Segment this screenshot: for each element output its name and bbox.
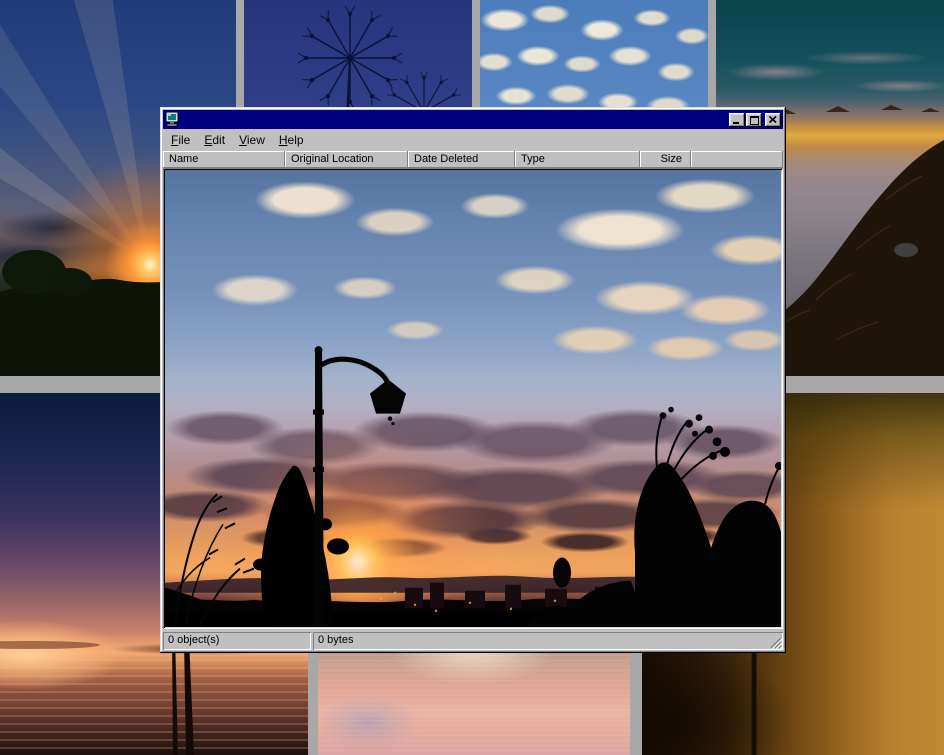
menu-help[interactable]: Help	[272, 131, 311, 150]
title-bar[interactable]	[163, 110, 783, 129]
column-header-name[interactable]: Name	[163, 151, 285, 168]
close-button[interactable]	[765, 113, 781, 127]
minimize-icon	[733, 122, 739, 124]
column-header-size[interactable]: Size	[640, 151, 691, 168]
status-objects: 0 object(s)	[163, 632, 311, 650]
screen: { "window": { "title": "", "title_icon":…	[0, 0, 944, 755]
menu-edit[interactable]: Edit	[197, 131, 232, 150]
window-controls	[729, 113, 781, 127]
column-headers: Name Original Location Date Deleted Type…	[163, 151, 783, 168]
menu-view[interactable]: View	[232, 131, 272, 150]
column-header-type[interactable]: Type	[515, 151, 640, 168]
column-header-original-location[interactable]: Original Location	[285, 151, 408, 168]
resize-grip[interactable]	[769, 636, 782, 649]
recycle-bin-window: File Edit View Help Name Original Locati…	[160, 107, 786, 653]
minimize-button[interactable]	[729, 113, 745, 127]
folder-background-photo	[165, 170, 781, 627]
maximize-icon	[750, 116, 759, 125]
computer-icon	[165, 112, 181, 127]
file-list-area[interactable]	[163, 168, 783, 629]
close-icon	[769, 116, 777, 123]
menu-file[interactable]: File	[164, 131, 197, 150]
column-header-blank[interactable]	[691, 151, 783, 168]
status-bar: 0 object(s) 0 bytes	[163, 632, 783, 650]
menu-bar: File Edit View Help	[163, 129, 783, 151]
photo-silhouettes	[165, 170, 781, 627]
status-bytes: 0 bytes	[313, 632, 783, 650]
maximize-button[interactable]	[746, 113, 762, 127]
column-header-date-deleted[interactable]: Date Deleted	[408, 151, 515, 168]
